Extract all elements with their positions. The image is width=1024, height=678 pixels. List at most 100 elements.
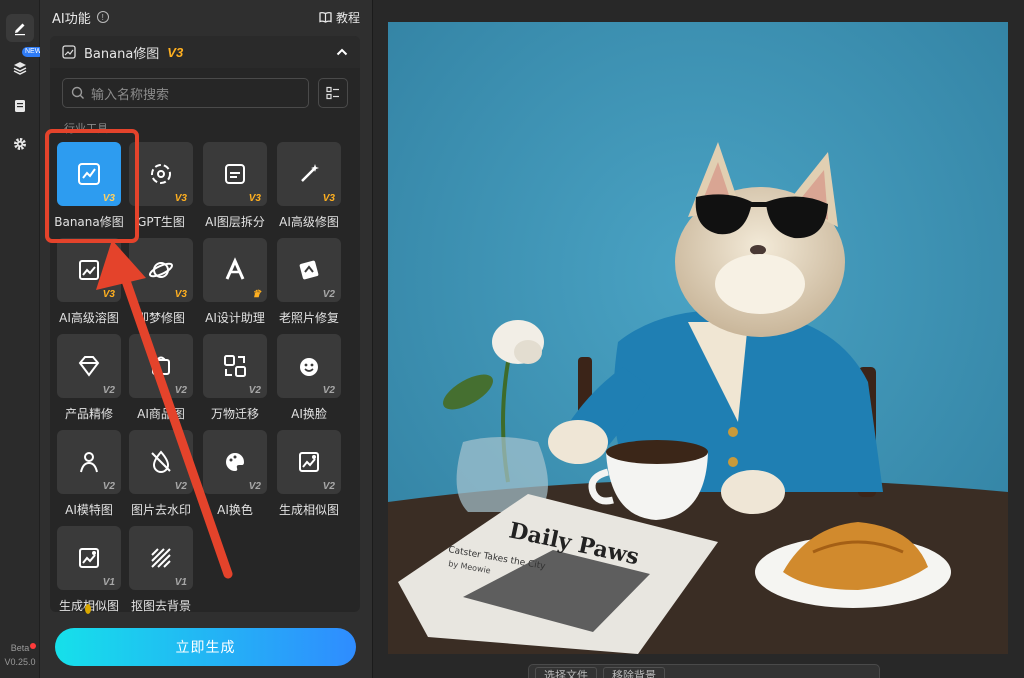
version-badge: V2 — [174, 481, 187, 492]
tool-tile[interactable]: V2 — [277, 430, 341, 494]
tool-label: AI高级溶图 — [59, 311, 119, 325]
tool-tile[interactable]: V3 — [277, 142, 341, 206]
icon-rail: NEW Beta V0.25.0 — [0, 0, 45, 678]
crown-icon: ♛ — [252, 289, 261, 300]
remove-background-button[interactable]: 移除背景 — [603, 667, 665, 678]
tool-item[interactable]: V3 AI高级修图 — [273, 142, 345, 230]
tool-tile[interactable]: V2 — [203, 334, 267, 398]
tool-item[interactable]: V2 产品精修 — [53, 334, 125, 422]
document-icon — [15, 100, 25, 112]
tool-search-input[interactable]: 输入名称搜索 — [62, 78, 309, 108]
scroll-indicator-left — [85, 604, 91, 614]
list-view-toggle[interactable] — [318, 78, 348, 108]
layer-split-icon — [225, 164, 245, 184]
layers-button[interactable]: NEW — [6, 47, 45, 82]
version-badge: V2 — [102, 481, 115, 492]
tool-dropdown-header[interactable]: Banana修图 V3 — [50, 36, 360, 68]
tool-item[interactable]: V1生成相似图 — [53, 526, 125, 614]
canvas-area: Daily Paws Catster Takes the City by Meo… — [373, 0, 1024, 678]
tool-tile[interactable]: V2 — [57, 430, 121, 494]
panel-title: AI功能 — [52, 11, 91, 27]
tool-label: 抠图去背景 — [130, 599, 191, 613]
version-badge: V3 — [248, 193, 261, 204]
generate-button[interactable]: 立即生成 — [55, 628, 356, 666]
tool-item[interactable]: V3 AI高级溶图 — [53, 238, 125, 326]
tool-label: AI设计助理 — [205, 311, 265, 325]
magic-wand-icon — [301, 164, 319, 182]
planet-icon — [148, 262, 174, 278]
tool-tile[interactable]: V2 — [277, 238, 341, 302]
tool-item[interactable]: V2 AI换色 — [199, 430, 271, 518]
settings-button[interactable] — [6, 130, 34, 158]
tool-label: AI模特图 — [65, 503, 113, 517]
design-assistant-icon — [225, 257, 245, 280]
version-label: V0.25.0 — [4, 657, 36, 667]
tool-item[interactable]: V2 AI模特图 — [53, 430, 125, 518]
diamond-icon — [78, 356, 100, 377]
tool-item[interactable]: V2 生成相似图 — [273, 430, 345, 518]
select-file-button[interactable]: 选择文件 — [535, 667, 597, 678]
gpt-knot-icon — [151, 164, 171, 184]
layers-icon — [13, 62, 27, 75]
tool-tile[interactable]: V3 — [203, 142, 267, 206]
tool-tile[interactable]: V2 — [277, 334, 341, 398]
current-tool-name: Banana修图 — [84, 46, 160, 62]
tool-tile[interactable]: V2 — [129, 334, 193, 398]
edit-tool-button[interactable] — [6, 14, 34, 42]
version-badge: V3 — [102, 289, 115, 300]
tool-label: 即梦修图 — [136, 311, 185, 325]
history-button[interactable] — [6, 92, 34, 120]
info-icon[interactable]: ! — [96, 11, 109, 23]
cutout-icon — [151, 548, 171, 568]
tool-item[interactable]: V1 抠图去背景 — [125, 526, 197, 614]
version-badge: V1 — [102, 577, 115, 588]
search-icon — [71, 86, 84, 99]
tool-tile[interactable]: V2 — [57, 334, 121, 398]
image-edit-icon — [62, 45, 76, 59]
tool-label: AI图层拆分 — [205, 215, 265, 229]
tool-item[interactable]: V2 老照片修复 — [273, 238, 345, 326]
face-swap-icon — [300, 358, 318, 376]
tool-tile[interactable]: V1 — [57, 526, 121, 590]
version-badge: V2 — [322, 481, 335, 492]
version-badge: V3 — [322, 193, 335, 204]
tutorial-link[interactable]: 教程 — [319, 9, 360, 26]
product-image-icon — [152, 356, 170, 375]
tool-label: 图片去水印 — [130, 503, 191, 517]
version-badge: V2 — [322, 385, 335, 396]
tool-item[interactable]: V2 AI换脸 — [273, 334, 345, 422]
tool-label: AI换脸 — [291, 407, 327, 421]
tool-item[interactable]: V3 即梦修图 — [125, 238, 197, 326]
tool-item[interactable]: V2 万物迁移 — [199, 334, 271, 422]
list-view-icon — [326, 86, 339, 100]
tool-label: 生成相似图 — [278, 503, 339, 517]
tool-tile[interactable]: V3 — [129, 238, 193, 302]
gear-icon — [14, 138, 26, 150]
tool-label: 产品精修 — [64, 407, 113, 421]
chevron-up-icon[interactable] — [336, 48, 348, 56]
ai-tools-panel: AI功能 ! 教程 Banana修图 V3 输入名称搜索 行业工具 V3 Ban… — [40, 0, 405, 678]
similar-image-icon — [79, 548, 99, 568]
tool-label: AI商品图 — [137, 407, 185, 421]
tool-item[interactable]: V2 AI商品图 — [125, 334, 197, 422]
tool-tile[interactable]: V2 — [129, 430, 193, 494]
search-placeholder: 输入名称搜索 — [91, 87, 170, 103]
panel-header: AI功能 ! 教程 — [52, 6, 360, 28]
tutorial-label: 教程 — [335, 10, 360, 25]
tool-tile[interactable]: V3 — [57, 238, 121, 302]
photo-repair-icon — [299, 260, 319, 280]
tool-item[interactable]: V3 AI图层拆分 — [199, 142, 271, 230]
version-badge: V2 — [322, 289, 335, 300]
book-icon — [319, 11, 332, 23]
version-badge: V2 — [248, 481, 261, 492]
tool-tile[interactable]: V1 — [129, 526, 193, 590]
tool-tile[interactable]: ♛ — [203, 238, 267, 302]
tool-item[interactable]: ♛ AI设计助理 — [199, 238, 271, 326]
canvas-image[interactable]: Daily Paws Catster Takes the City by Meo… — [388, 22, 1008, 654]
tool-tile[interactable]: V2 — [203, 430, 267, 494]
tool-item[interactable]: V2 图片去水印 — [125, 430, 197, 518]
tool-label: AI换色 — [217, 503, 253, 517]
current-tool-version: V3 — [167, 44, 184, 60]
tool-label: 老照片修复 — [278, 311, 339, 325]
model-person-icon — [80, 452, 98, 473]
